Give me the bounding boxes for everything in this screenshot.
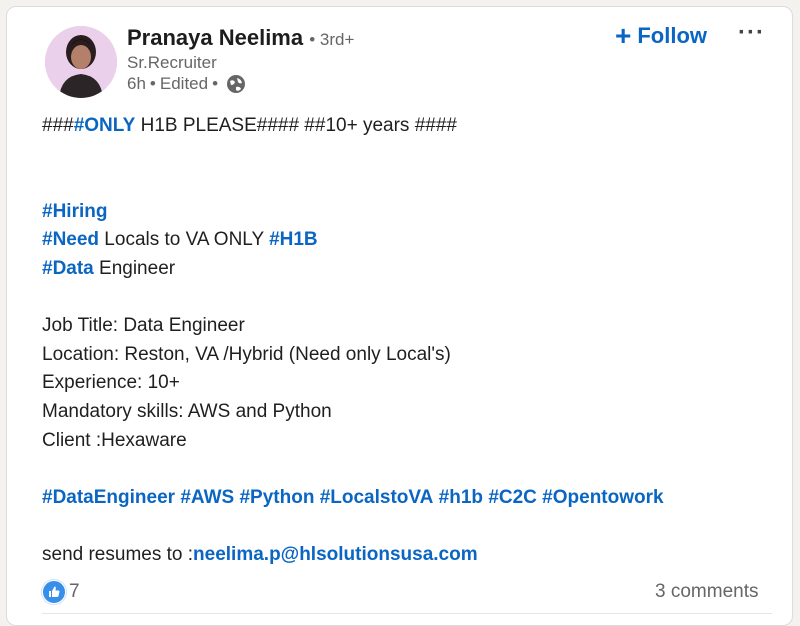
text-segment: send resumes to : xyxy=(42,543,194,565)
text-segment: Locals to VA ONLY xyxy=(99,229,270,251)
edited-label: Edited xyxy=(159,74,209,93)
client-line: Client :Hexaware xyxy=(42,429,187,451)
hashtag-link[interactable]: #LocalstoVA xyxy=(320,487,434,508)
hashtag-link[interactable]: #h1b xyxy=(439,487,483,508)
meta-separator: • xyxy=(212,74,219,93)
plus-icon: + xyxy=(615,20,632,51)
hashtag-link[interactable]: #Opentowork xyxy=(542,487,663,508)
reactions-summary[interactable]: 7 xyxy=(42,580,80,604)
meta-separator: • xyxy=(149,74,156,93)
post-line: #Need Locals to VA ONLY #H1B xyxy=(42,226,762,255)
like-icon xyxy=(42,580,66,604)
post-line: #Data Engineer xyxy=(42,255,762,284)
hashtag-link[interactable]: #C2C xyxy=(488,487,537,508)
post-line: #Hiring xyxy=(42,198,762,227)
hashtag-row: #DataEngineer #AWS #Python #LocalstoVA #… xyxy=(42,484,762,513)
experience-line: Experience: 10+ xyxy=(42,372,180,394)
hashtag-link[interactable]: #ONLY xyxy=(74,115,136,136)
post-line: ####ONLY H1B PLEASE#### ##10+ years #### xyxy=(42,112,762,141)
text-segment: H1B PLEASE#### ##10+ years #### xyxy=(135,115,457,136)
text-segment: ### xyxy=(42,115,74,136)
hashtag-link[interactable]: #AWS xyxy=(180,487,234,508)
post-card: Pranaya Neelima • 3rd+ Sr.Recruiter 6h •… xyxy=(6,6,793,626)
post-meta: 6h • Edited • xyxy=(127,74,246,94)
hashtag-link[interactable]: #Need xyxy=(42,229,99,250)
author-name-row[interactable]: Pranaya Neelima • 3rd+ xyxy=(127,25,354,51)
follow-label: Follow xyxy=(637,23,708,48)
footer-divider xyxy=(42,613,772,614)
post-body: ####ONLY H1B PLEASE#### ##10+ years ####… xyxy=(42,112,762,570)
hashtag-link[interactable]: #Data xyxy=(42,258,94,279)
email-link[interactable]: neelima.p@hlsolutionsusa.com xyxy=(193,544,478,565)
follow-button[interactable]: + Follow xyxy=(615,22,707,50)
author-name[interactable]: Pranaya Neelima xyxy=(127,25,303,50)
comments-count-link[interactable]: 3 comments xyxy=(655,581,758,603)
author-headline: Sr.Recruiter xyxy=(127,53,217,72)
connection-degree: • 3rd+ xyxy=(309,30,355,49)
avatar[interactable] xyxy=(45,26,117,98)
hashtag-link[interactable]: #DataEngineer xyxy=(42,487,175,508)
job-title-line: Job Title: Data Engineer xyxy=(42,315,245,337)
reaction-count: 7 xyxy=(69,581,80,602)
skills-line: Mandatory skills: AWS and Python xyxy=(42,400,332,422)
globe-icon xyxy=(226,74,246,94)
text-segment: Engineer xyxy=(93,257,176,279)
post-time: 6h xyxy=(127,74,146,93)
more-options-icon[interactable]: ··· xyxy=(738,19,765,47)
location-line: Location: Reston, VA /Hybrid (Need only … xyxy=(42,343,451,365)
hashtag-link[interactable]: #Hiring xyxy=(42,201,107,222)
hashtag-link[interactable]: #Python xyxy=(239,487,314,508)
hashtag-link[interactable]: #H1B xyxy=(269,229,318,250)
contact-line: send resumes to :neelima.p@hlsolutionsus… xyxy=(42,541,762,570)
avatar-photo xyxy=(45,26,117,98)
